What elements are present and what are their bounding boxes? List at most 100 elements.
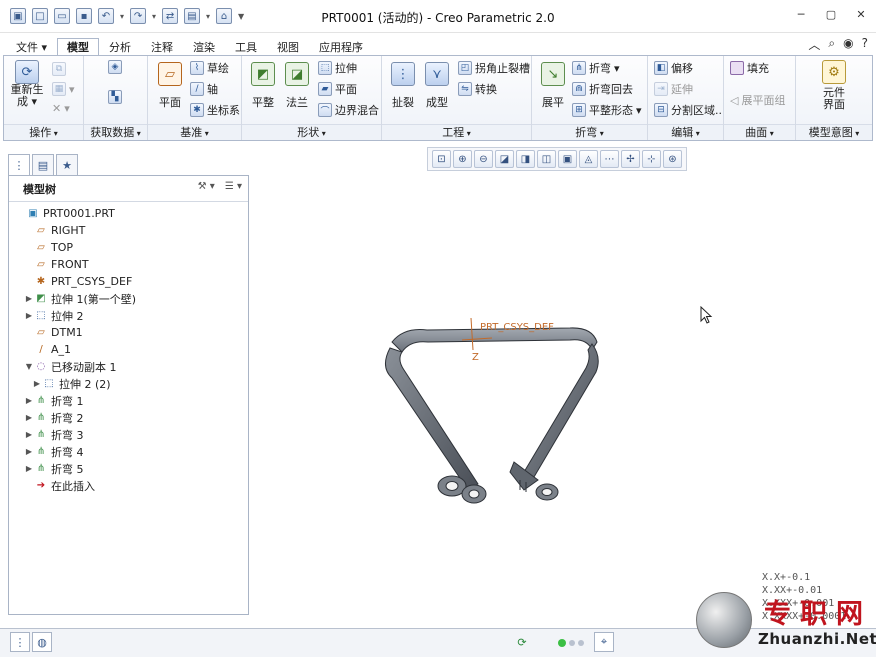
group-label-model-intent[interactable]: 模型意图: [796, 124, 872, 140]
paste-button[interactable]: ▦ ▾: [52, 82, 75, 96]
expand-toggle-icon[interactable]: ▶: [23, 430, 35, 439]
csys-button[interactable]: ✱ 坐标系: [190, 102, 240, 118]
flatten-quilt-button[interactable]: ◁ 展平面组: [730, 92, 785, 108]
datum-plane-button[interactable]: ▱ 平面: [152, 62, 188, 110]
zoom-out-icon[interactable]: ⊖: [474, 150, 493, 168]
tree-item[interactable]: ▱ DTM1: [9, 324, 248, 341]
tree-item[interactable]: ▣ PRT0001.PRT: [9, 205, 248, 222]
group-label-surfaces[interactable]: 曲面: [724, 124, 795, 140]
component-interface-button[interactable]: ⚙ 元件 界面: [814, 60, 854, 111]
expand-toggle-icon[interactable]: ▶: [23, 447, 35, 456]
zoom-in-icon[interactable]: ⊕: [453, 150, 472, 168]
perspective-icon[interactable]: ◬: [579, 150, 598, 168]
show-browser-icon[interactable]: ◍: [32, 632, 52, 652]
csys-display-icon[interactable]: ✢: [621, 150, 640, 168]
repaint-icon[interactable]: ◪: [495, 150, 514, 168]
tree-item[interactable]: ▱ FRONT: [9, 256, 248, 273]
group-label-operations[interactable]: 操作: [4, 124, 83, 140]
bend-back-button[interactable]: ⋒ 折弯回去: [572, 81, 633, 97]
close-button[interactable]: ✕: [854, 7, 868, 21]
copy-button[interactable]: ⧉: [52, 62, 66, 76]
tree-item[interactable]: ▶ ⋔ 折弯 1: [9, 392, 248, 409]
tab-annotate[interactable]: 注释: [141, 38, 183, 56]
tree-item[interactable]: ▶ ⋔ 折弯 3: [9, 426, 248, 443]
tree-item[interactable]: ▱ TOP: [9, 239, 248, 256]
axis-button[interactable]: / 轴: [190, 81, 218, 97]
find-icon[interactable]: ⌖: [594, 632, 614, 652]
expand-toggle-icon[interactable]: ▶: [23, 464, 35, 473]
tree-item[interactable]: ▶ ⋔ 折弯 2: [9, 409, 248, 426]
spin-center-icon[interactable]: ⊹: [642, 150, 661, 168]
group-label-shapes[interactable]: 形状: [242, 124, 381, 140]
model-tree-tab-icon[interactable]: ⋮: [8, 154, 30, 176]
boundary-blend-button[interactable]: ⌒ 边界混合: [318, 102, 379, 118]
tab-render[interactable]: 渲染: [183, 38, 225, 56]
tab-view[interactable]: 视图: [267, 38, 309, 56]
corner-relief-button[interactable]: ◰ 拐角止裂槽: [458, 60, 530, 76]
expand-toggle-icon[interactable]: ▶: [23, 396, 35, 405]
tab-file[interactable]: 文件 ▾: [6, 38, 57, 56]
bend-button[interactable]: ⋔ 折弯 ▾: [572, 60, 620, 76]
offset-button[interactable]: ◧ 偏移: [654, 60, 693, 76]
extend-button[interactable]: ⇥ 延伸: [654, 81, 693, 97]
graphics-canvas[interactable]: PRT_CSYS_DEF Z: [252, 172, 870, 624]
sheetmetal-part[interactable]: [385, 327, 599, 504]
minimize-button[interactable]: ─: [794, 7, 808, 21]
sketch-button[interactable]: ⌇ 草绘: [190, 60, 229, 76]
tab-applications[interactable]: 应用程序: [309, 38, 373, 56]
regen-status-icon[interactable]: ⟳: [512, 632, 532, 652]
expand-toggle-icon[interactable]: ▼: [23, 362, 35, 371]
tab-analysis[interactable]: 分析: [99, 38, 141, 56]
show-navigator-icon[interactable]: ⋮: [10, 632, 30, 652]
tree-item[interactable]: ▶ ◩ 拉伸 1(第一个壁): [9, 290, 248, 307]
tab-model[interactable]: 模型: [57, 38, 100, 56]
extrude-button[interactable]: ⬚ 拉伸: [318, 60, 357, 76]
tree-columns-icon[interactable]: ☰ ▾: [225, 181, 242, 192]
group-label-editing[interactable]: 编辑: [648, 124, 723, 140]
tree-item[interactable]: / A_1: [9, 341, 248, 358]
expand-toggle-icon[interactable]: ▶: [23, 413, 35, 422]
tree-item[interactable]: ▶ ⋔ 折弯 4: [9, 443, 248, 460]
help-icon[interactable]: ?: [862, 36, 868, 53]
expand-toggle-icon[interactable]: ▶: [23, 311, 35, 320]
user-defined-feature-button[interactable]: ◈: [108, 60, 122, 74]
saved-views-icon[interactable]: ◫: [537, 150, 556, 168]
delete-button[interactable]: ✕ ▾: [52, 102, 70, 115]
split-area-button[interactable]: ⊟ 分割区域..: [654, 102, 722, 118]
refit-icon[interactable]: ⊡: [432, 150, 451, 168]
rip-button[interactable]: ⋮ 扯裂: [386, 62, 420, 110]
group-label-engineering[interactable]: 工程: [382, 124, 531, 140]
tree-item[interactable]: ▱ RIGHT: [9, 222, 248, 239]
flat-wall-button[interactable]: ◩ 平整: [246, 62, 280, 110]
annotation-display-icon[interactable]: ⊛: [663, 150, 682, 168]
tree-item[interactable]: ▼ ◌ 已移动副本 1: [9, 358, 248, 375]
convert-button[interactable]: ⇋ 转换: [458, 81, 497, 97]
tree-item[interactable]: ▶ ⬚ 拉伸 2 (2): [9, 375, 248, 392]
regenerate-button[interactable]: ⟳ 重新生 成 ▾: [10, 60, 44, 108]
collapse-ribbon-icon[interactable]: ︿: [808, 36, 820, 53]
tree-settings-icon[interactable]: ⚒ ▾: [198, 181, 215, 192]
group-label-datum[interactable]: 基准: [148, 124, 241, 140]
favorites-tab-icon[interactable]: ★: [56, 154, 78, 176]
search-icon[interactable]: ⌕: [828, 36, 835, 53]
folder-browser-tab-icon[interactable]: ▤: [32, 154, 54, 176]
group-label-bends[interactable]: 折弯: [532, 124, 647, 140]
tree-item[interactable]: ▶ ⬚ 拉伸 2: [9, 307, 248, 324]
flange-button[interactable]: ◪ 法兰: [280, 62, 314, 110]
view-manager-icon[interactable]: ▣: [558, 150, 577, 168]
expand-toggle-icon[interactable]: ▶: [23, 294, 35, 303]
tree-item[interactable]: ✱ PRT_CSYS_DEF: [9, 273, 248, 290]
form-button[interactable]: ⋎ 成型: [420, 62, 454, 110]
group-label-get-data[interactable]: 获取数据: [84, 124, 147, 140]
tree-item[interactable]: ➔ 在此插入: [9, 477, 248, 494]
expand-toggle-icon[interactable]: ▶: [31, 379, 43, 388]
flat-state-button[interactable]: ⊞ 平整形态 ▾: [572, 102, 642, 118]
unbend-button[interactable]: ↘ 展平: [536, 62, 570, 110]
copy-geometry-button[interactable]: ▚: [108, 90, 122, 104]
tree-item[interactable]: ▶ ⋔ 折弯 5: [9, 460, 248, 477]
tab-tools[interactable]: 工具: [225, 38, 267, 56]
community-icon[interactable]: ◉: [843, 36, 853, 53]
display-style-icon[interactable]: ◨: [516, 150, 535, 168]
datum-display-icon[interactable]: ⋯: [600, 150, 619, 168]
planar-button[interactable]: ▰ 平面: [318, 81, 357, 97]
